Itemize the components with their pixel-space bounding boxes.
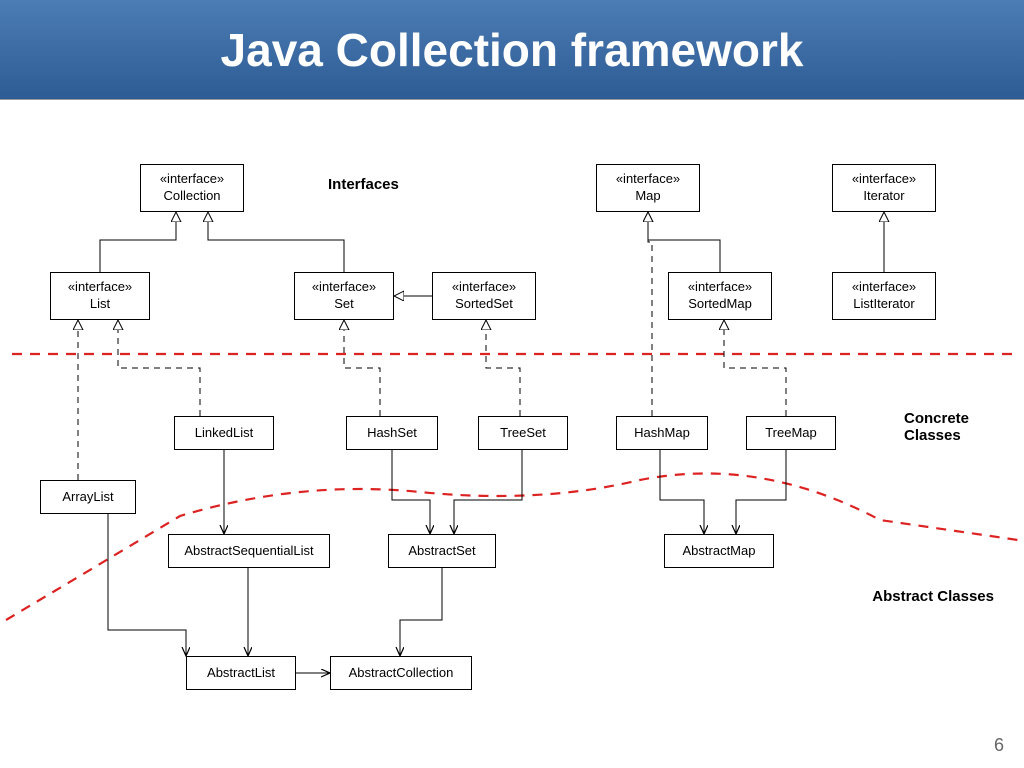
box-abstractsequentiallist: AbstractSequentialList bbox=[168, 534, 330, 568]
label-interfaces: Interfaces bbox=[328, 176, 399, 193]
name: Collection bbox=[163, 188, 220, 205]
name: ArrayList bbox=[62, 489, 113, 506]
box-list: «interface» List bbox=[50, 272, 150, 320]
stereo: «interface» bbox=[852, 171, 916, 188]
box-abstractset: AbstractSet bbox=[388, 534, 496, 568]
box-sortedset: «interface» SortedSet bbox=[432, 272, 536, 320]
stereo: «interface» bbox=[312, 279, 376, 296]
name: Set bbox=[334, 296, 354, 313]
name: ListIterator bbox=[853, 296, 914, 313]
box-hashset: HashSet bbox=[346, 416, 438, 450]
name: AbstractMap bbox=[683, 543, 756, 560]
label-abstract: Abstract Classes bbox=[872, 588, 994, 605]
stereo: «interface» bbox=[688, 279, 752, 296]
box-set: «interface» Set bbox=[294, 272, 394, 320]
name: AbstractSequentialList bbox=[184, 543, 313, 560]
box-treemap: TreeMap bbox=[746, 416, 836, 450]
name: HashSet bbox=[367, 425, 417, 442]
box-linkedlist: LinkedList bbox=[174, 416, 274, 450]
box-abstractlist: AbstractList bbox=[186, 656, 296, 690]
stereo: «interface» bbox=[852, 279, 916, 296]
page-number: 6 bbox=[994, 735, 1004, 756]
name: TreeSet bbox=[500, 425, 546, 442]
name: TreeMap bbox=[765, 425, 817, 442]
name: AbstractSet bbox=[408, 543, 475, 560]
box-collection: «interface» Collection bbox=[140, 164, 244, 212]
diagram-canvas: Interfaces Concrete Classes Abstract Cla… bbox=[0, 100, 1024, 768]
box-abstractmap: AbstractMap bbox=[664, 534, 774, 568]
name: LinkedList bbox=[195, 425, 254, 442]
box-abstractcollection: AbstractCollection bbox=[330, 656, 472, 690]
stereo: «interface» bbox=[160, 171, 224, 188]
name: Iterator bbox=[863, 188, 904, 205]
box-sortedmap: «interface» SortedMap bbox=[668, 272, 772, 320]
name: Map bbox=[635, 188, 660, 205]
stereo: «interface» bbox=[68, 279, 132, 296]
stereo: «interface» bbox=[616, 171, 680, 188]
name: List bbox=[90, 296, 110, 313]
label-concrete: Concrete Classes bbox=[904, 410, 994, 444]
slide-header: Java Collection framework bbox=[0, 0, 1024, 100]
box-map: «interface» Map bbox=[596, 164, 700, 212]
box-listiterator: «interface» ListIterator bbox=[832, 272, 936, 320]
box-hashmap: HashMap bbox=[616, 416, 708, 450]
slide-title: Java Collection framework bbox=[221, 23, 804, 77]
name: AbstractCollection bbox=[349, 665, 454, 682]
name: SortedSet bbox=[455, 296, 513, 313]
stereo: «interface» bbox=[452, 279, 516, 296]
name: AbstractList bbox=[207, 665, 275, 682]
box-treeset: TreeSet bbox=[478, 416, 568, 450]
name: SortedMap bbox=[688, 296, 752, 313]
box-arraylist: ArrayList bbox=[40, 480, 136, 514]
box-iterator: «interface» Iterator bbox=[832, 164, 936, 212]
name: HashMap bbox=[634, 425, 690, 442]
